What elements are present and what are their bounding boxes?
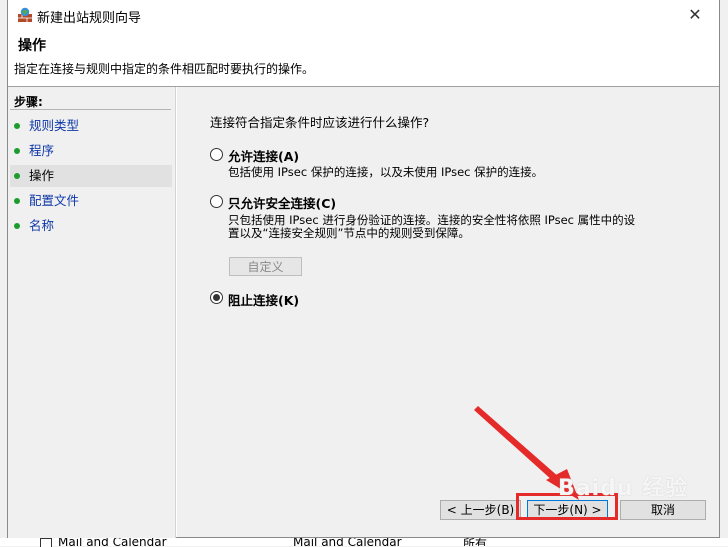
step-action[interactable]: 操作 (10, 165, 172, 187)
allow-secure-label[interactable]: 只允许安全连接(C) (228, 193, 336, 212)
step-bullet-icon (14, 123, 20, 129)
bg-row-group: Mail and Calendar (293, 538, 402, 546)
page-header: 操作 指定在连接与规则中指定的条件相匹配时要执行的操作。 (8, 30, 719, 86)
watermark-text: Baidu 经验 (558, 476, 689, 501)
step-label: 规则类型 (29, 118, 80, 133)
step-profile[interactable]: 配置文件 (10, 190, 172, 212)
allow-secure-radio[interactable] (210, 195, 223, 208)
wizard-window: 新建出站规则向导 ✕ 操作 指定在连接与规则中指定的条件相匹配时要执行的操作。 … (7, 0, 720, 538)
step-rule-type[interactable]: 规则类型 (10, 115, 172, 137)
step-program[interactable]: 程序 (10, 140, 172, 162)
background-list-row: Mail and Calendar Mail and Calendar 所有 (0, 538, 728, 546)
block-connection-radio[interactable] (210, 291, 223, 304)
allow-secure-description-line2: 置以及“连接安全规则”节点中的规则受到保障。 (228, 226, 470, 240)
step-bullet-icon (14, 198, 20, 204)
step-bullet-icon (14, 223, 20, 229)
allow-connection-radio[interactable] (210, 148, 223, 161)
customize-button: 自定义 (229, 257, 302, 276)
cancel-button[interactable]: 取消 (620, 500, 706, 520)
allow-connection-label[interactable]: 允许连接(A) (228, 146, 299, 165)
step-bullet-icon (14, 173, 20, 179)
action-question: 连接符合指定条件时应该进行什么操作? (210, 115, 430, 130)
back-button[interactable]: < 上一步(B) (440, 500, 521, 520)
step-label: 配置文件 (29, 193, 80, 208)
title-bar: 新建出站规则向导 ✕ (8, 0, 719, 30)
window-title: 新建出站规则向导 (37, 11, 142, 26)
steps-divider (10, 109, 171, 110)
step-label: 名称 (29, 218, 55, 233)
step-bullet-icon (14, 148, 20, 154)
firewall-app-icon (18, 7, 32, 22)
page-description: 指定在连接与规则中指定的条件相匹配时要执行的操作。 (14, 62, 315, 76)
allow-connection-description: 包括使用 IPsec 保护的连接，以及未使用 IPsec 保护的连接。 (228, 165, 544, 179)
page-title: 操作 (18, 38, 46, 54)
step-label: 程序 (29, 143, 55, 158)
bg-row-profile: 所有 (463, 538, 488, 546)
step-label: 操作 (29, 168, 55, 183)
block-connection-label[interactable]: 阻止连接(K) (228, 290, 299, 309)
close-icon[interactable]: ✕ (677, 0, 713, 30)
step-name[interactable]: 名称 (10, 215, 172, 237)
steps-sidebar: 步骤: 规则类型 程序 操作 配置文件 名称 (8, 87, 176, 538)
steps-heading: 步骤: (14, 95, 43, 109)
bg-row-name: Mail and Calendar (58, 538, 167, 546)
